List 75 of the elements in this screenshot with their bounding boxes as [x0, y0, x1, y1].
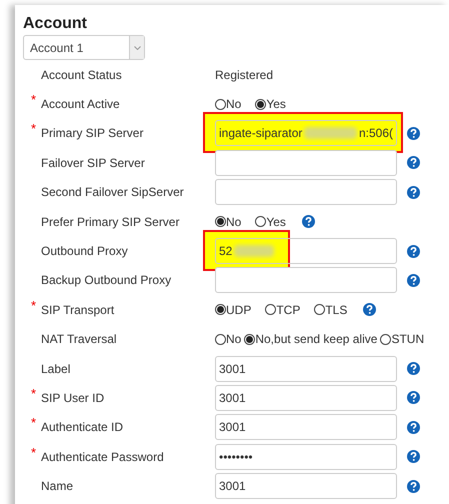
radio-label: TLS: [325, 302, 348, 319]
radio-button[interactable]: [265, 304, 276, 316]
required-mark: *: [31, 296, 36, 315]
radio-label: STUN: [391, 331, 424, 348]
input-field[interactable]: ••••••••: [215, 444, 397, 470]
field-label: Authenticate ID: [41, 419, 124, 436]
field-value: ••••••••: [219, 448, 253, 466]
field-label: Account Status: [41, 66, 122, 84]
help-icon[interactable]: [363, 303, 376, 316]
radio-button[interactable]: [314, 304, 326, 316]
input-field[interactable]: 3001: [215, 356, 397, 382]
help-icon[interactable]: [407, 126, 420, 140]
help-icon[interactable]: [407, 244, 420, 258]
help-icon[interactable]: [407, 420, 420, 434]
field-label: Account Active: [41, 96, 120, 114]
help-icon[interactable]: [407, 186, 420, 199]
field-label: Second Failover SipServer: [41, 184, 184, 202]
field-label: Name: [41, 478, 74, 496]
field-value: n:506(: [358, 125, 393, 142]
field-value: ingate-siparator: [219, 125, 302, 142]
account-select[interactable]: Account 1: [23, 35, 145, 60]
radio-button[interactable]: [215, 98, 226, 110]
radio-label: No: [226, 96, 242, 114]
field-label: Label: [41, 360, 70, 378]
help-icon[interactable]: [407, 274, 420, 287]
radio-label: No: [226, 331, 242, 348]
input-field[interactable]: [215, 267, 397, 294]
section-title: Account: [23, 14, 88, 34]
field-value: 3001: [219, 419, 246, 436]
radio-label: UDP: [226, 302, 252, 319]
field-label: Prefer Primary SIP Server: [41, 214, 180, 231]
field-label: Authenticate Password: [41, 448, 164, 466]
radio-label: Yes: [266, 96, 286, 114]
help-icon[interactable]: [407, 391, 420, 404]
field-label: SIP Transport: [41, 302, 114, 319]
field-value: 3001: [219, 478, 246, 496]
input-field[interactable]: 52: [215, 238, 397, 264]
help-icon[interactable]: [407, 450, 420, 464]
field-label: NAT Traversal: [41, 331, 117, 348]
radio-label: TCP: [276, 302, 300, 319]
radio-button[interactable]: [244, 334, 256, 345]
input-field[interactable]: 3001: [215, 414, 397, 440]
input-field[interactable]: 3001: [215, 473, 397, 500]
required-mark: *: [31, 91, 36, 110]
help-icon[interactable]: [407, 156, 420, 170]
help-icon[interactable]: [407, 362, 420, 376]
radio-button[interactable]: [215, 334, 226, 345]
field-label: SIP User ID: [41, 390, 104, 407]
field-label: Backup Outbound Proxy: [41, 272, 172, 290]
required-mark: *: [31, 444, 36, 462]
help-icon[interactable]: [407, 480, 420, 493]
field-value: 3001: [219, 360, 246, 378]
input-field[interactable]: [215, 150, 397, 176]
radio-label: No,but send keep alive: [255, 331, 378, 348]
help-icon[interactable]: [302, 215, 315, 228]
field-value: 3001: [219, 390, 246, 407]
field-value: 52: [219, 243, 232, 260]
radio-label: Yes: [266, 214, 286, 231]
radio-button[interactable]: [255, 98, 266, 110]
radio-button[interactable]: [255, 216, 266, 228]
input-field[interactable]: [215, 179, 397, 206]
required-mark: *: [31, 120, 36, 138]
radio-label: No: [226, 214, 242, 231]
chevron-down-icon: [134, 46, 140, 50]
required-mark: *: [31, 384, 36, 403]
input-field[interactable]: ingate-siparator n:506(: [215, 120, 397, 146]
radio-button[interactable]: [215, 304, 226, 316]
status-value: Registered: [215, 66, 274, 84]
field-label: Failover SIP Server: [41, 154, 145, 172]
radio-button[interactable]: [215, 216, 226, 228]
field-label: Primary SIP Server: [41, 125, 144, 142]
radio-button[interactable]: [380, 334, 392, 345]
input-field[interactable]: 3001: [215, 384, 397, 411]
field-label: Outbound Proxy: [41, 243, 128, 260]
required-mark: *: [31, 414, 36, 432]
